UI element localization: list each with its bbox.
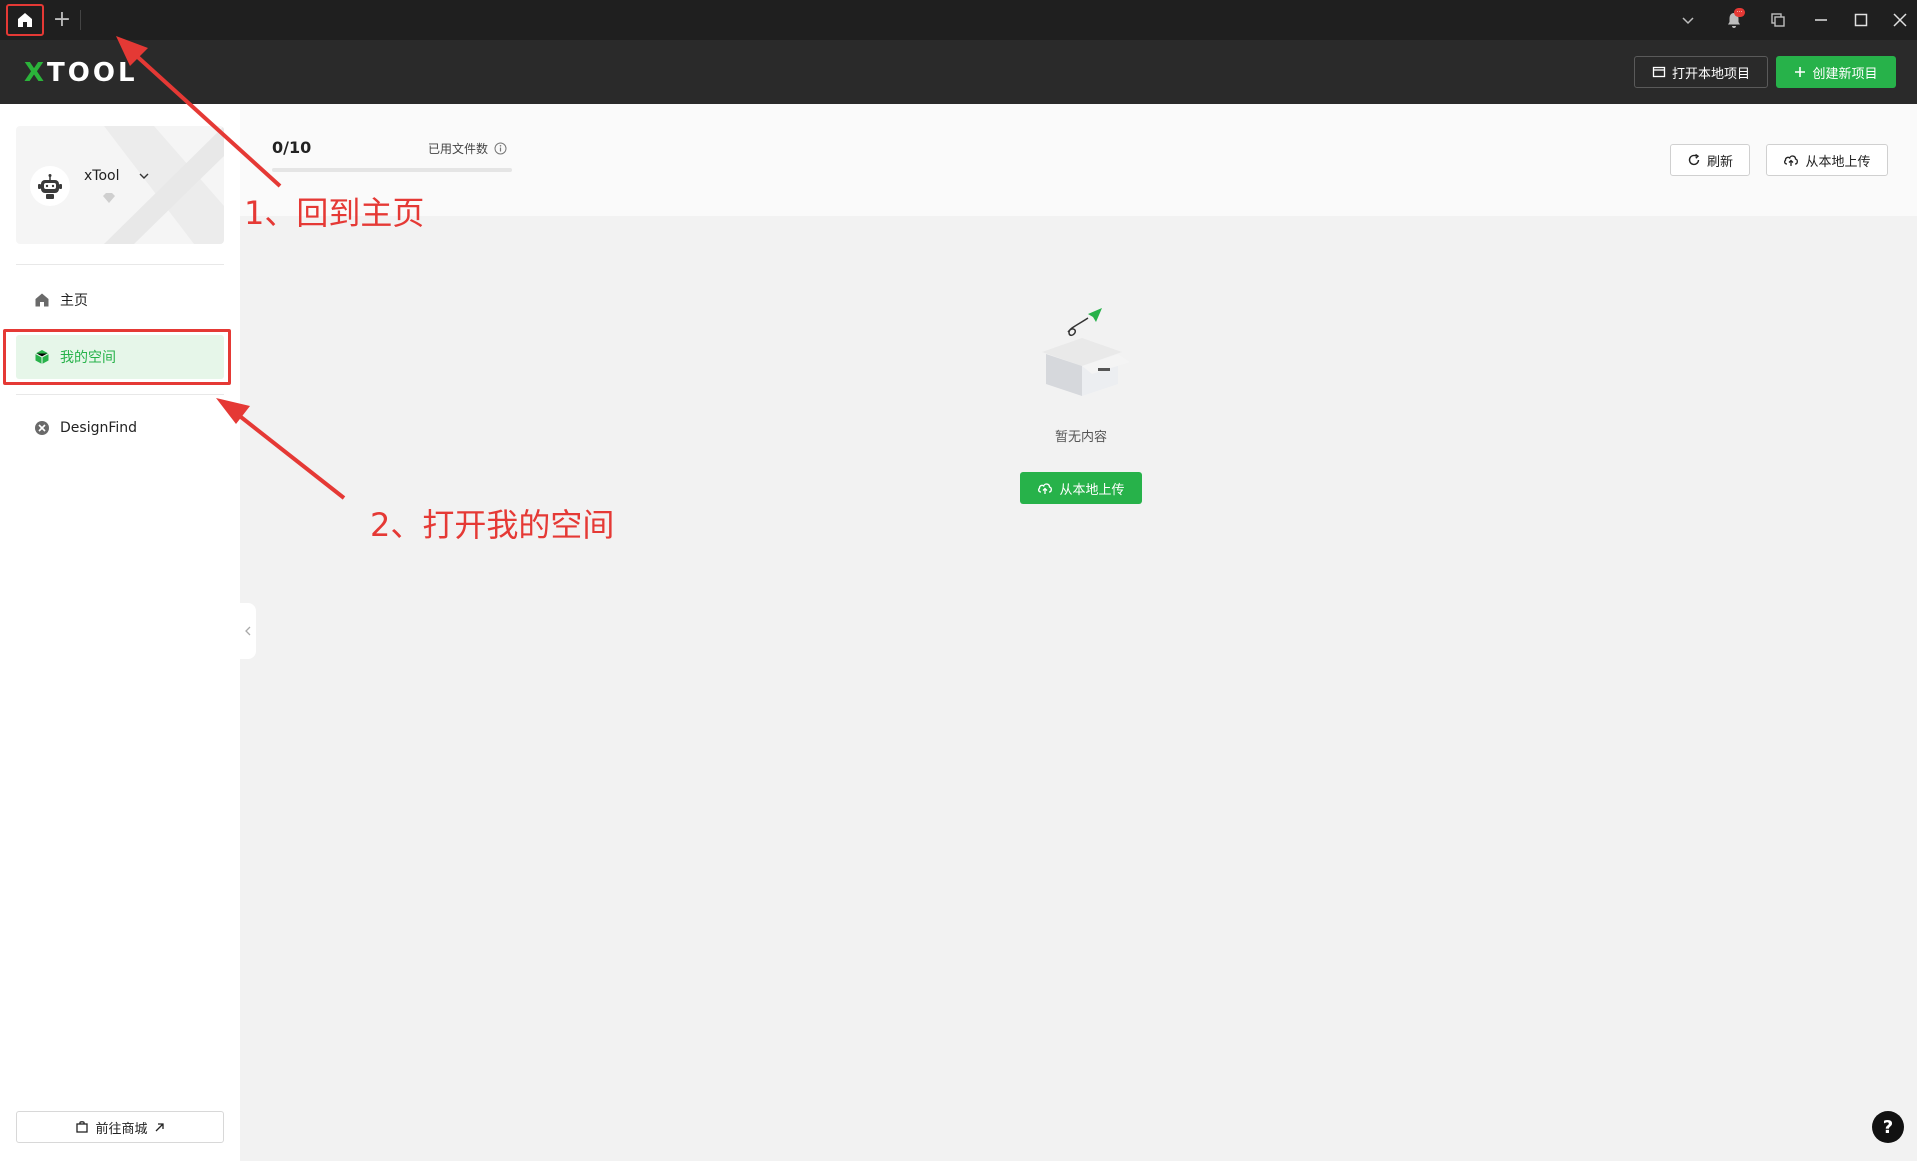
cloud-upload-icon — [1784, 155, 1799, 166]
designfind-icon — [35, 421, 49, 435]
sidebar-collapse-handle[interactable] — [240, 603, 256, 659]
empty-upload-label: 从本地上传 — [1059, 482, 1125, 498]
profile-background-pattern — [104, 126, 224, 244]
go-to-store-button[interactable]: 前往商城 — [16, 1111, 224, 1143]
empty-state-text: 暂无内容 — [1054, 430, 1107, 445]
home-icon — [18, 13, 32, 27]
open-local-project-button[interactable]: 打开本地项目 — [1634, 56, 1768, 88]
upload-from-local-button[interactable]: 从本地上传 — [1766, 144, 1888, 176]
annotation-highlight-box — [3, 329, 231, 385]
go-to-store-label: 前往商城 — [95, 1121, 148, 1137]
maximize-icon — [1854, 13, 1868, 27]
user-profile-card: xTool — [16, 126, 224, 244]
xtool-logo: XTOOL — [24, 58, 138, 88]
notification-badge: ··· — [1734, 8, 1745, 17]
windows-button[interactable] — [1766, 8, 1790, 32]
sidebar-item-home[interactable]: 主页 — [16, 278, 224, 322]
maximize-button[interactable] — [1849, 8, 1873, 32]
chevron-down-icon — [1682, 17, 1694, 25]
refresh-icon — [1688, 153, 1700, 166]
chevron-left-icon — [245, 626, 251, 636]
storage-summary-bar: 0/10 已用文件数 刷新 从本地上传 — [240, 104, 1917, 216]
title-bar: + ··· — [0, 0, 1917, 40]
annotation-step2-text: 2、打开我的空间 — [370, 506, 615, 544]
avatar[interactable] — [30, 166, 70, 206]
annotation-step1-text: 1、回到主页 — [244, 194, 425, 232]
create-new-project-label: 创建新项目 — [1812, 66, 1878, 82]
logo-text: TOOL — [47, 58, 138, 88]
open-local-project-label: 打开本地项目 — [1671, 66, 1750, 82]
sidebar-divider — [16, 264, 224, 265]
member-badge-icon — [103, 193, 115, 203]
chevron-down-icon[interactable] — [138, 170, 150, 182]
sidebar-item-label: 主页 — [60, 293, 88, 309]
robot-avatar-icon — [38, 174, 62, 199]
user-name[interactable]: xTool — [84, 168, 119, 184]
close-window-button[interactable] — [1888, 8, 1912, 32]
refresh-label: 刷新 — [1706, 154, 1733, 170]
open-folder-icon — [1652, 66, 1666, 78]
notifications-button[interactable]: ··· — [1722, 8, 1746, 32]
empty-upload-button[interactable]: 从本地上传 — [1020, 472, 1142, 504]
sidebar: xTool 主页 我的空间 DesignFind 前往商城 — [0, 104, 240, 1161]
used-files-label: 已用文件数 — [428, 140, 507, 157]
external-link-icon — [155, 1122, 164, 1131]
tab-list-button[interactable] — [1676, 8, 1700, 32]
shop-bag-icon — [76, 1121, 89, 1133]
sidebar-divider — [16, 394, 224, 395]
upload-from-local-label: 从本地上传 — [1805, 154, 1871, 170]
minimize-button[interactable] — [1809, 8, 1833, 32]
file-count: 0/10 — [272, 138, 312, 157]
plus-icon — [1795, 67, 1806, 77]
home-icon — [35, 293, 49, 307]
app-header: XTOOL 打开本地项目 创建新项目 — [0, 40, 1917, 104]
close-icon — [1893, 13, 1907, 27]
minimize-icon — [1815, 19, 1827, 21]
empty-box-illustration — [1042, 308, 1130, 396]
new-tab-button[interactable]: + — [50, 6, 74, 34]
refresh-button[interactable]: 刷新 — [1670, 144, 1750, 176]
tab-separator — [80, 10, 81, 30]
info-icon[interactable] — [494, 142, 507, 155]
storage-progress-bar — [272, 168, 512, 172]
used-files-text: 已用文件数 — [428, 142, 489, 156]
windows-icon — [1771, 13, 1785, 27]
cloud-upload-icon — [1038, 483, 1053, 494]
sidebar-item-label: DesignFind — [60, 420, 138, 436]
create-new-project-button[interactable]: 创建新项目 — [1776, 56, 1896, 88]
help-button[interactable]: ? — [1872, 1111, 1904, 1143]
home-tab[interactable] — [6, 4, 44, 36]
sidebar-item-designfind[interactable]: DesignFind — [16, 406, 224, 450]
